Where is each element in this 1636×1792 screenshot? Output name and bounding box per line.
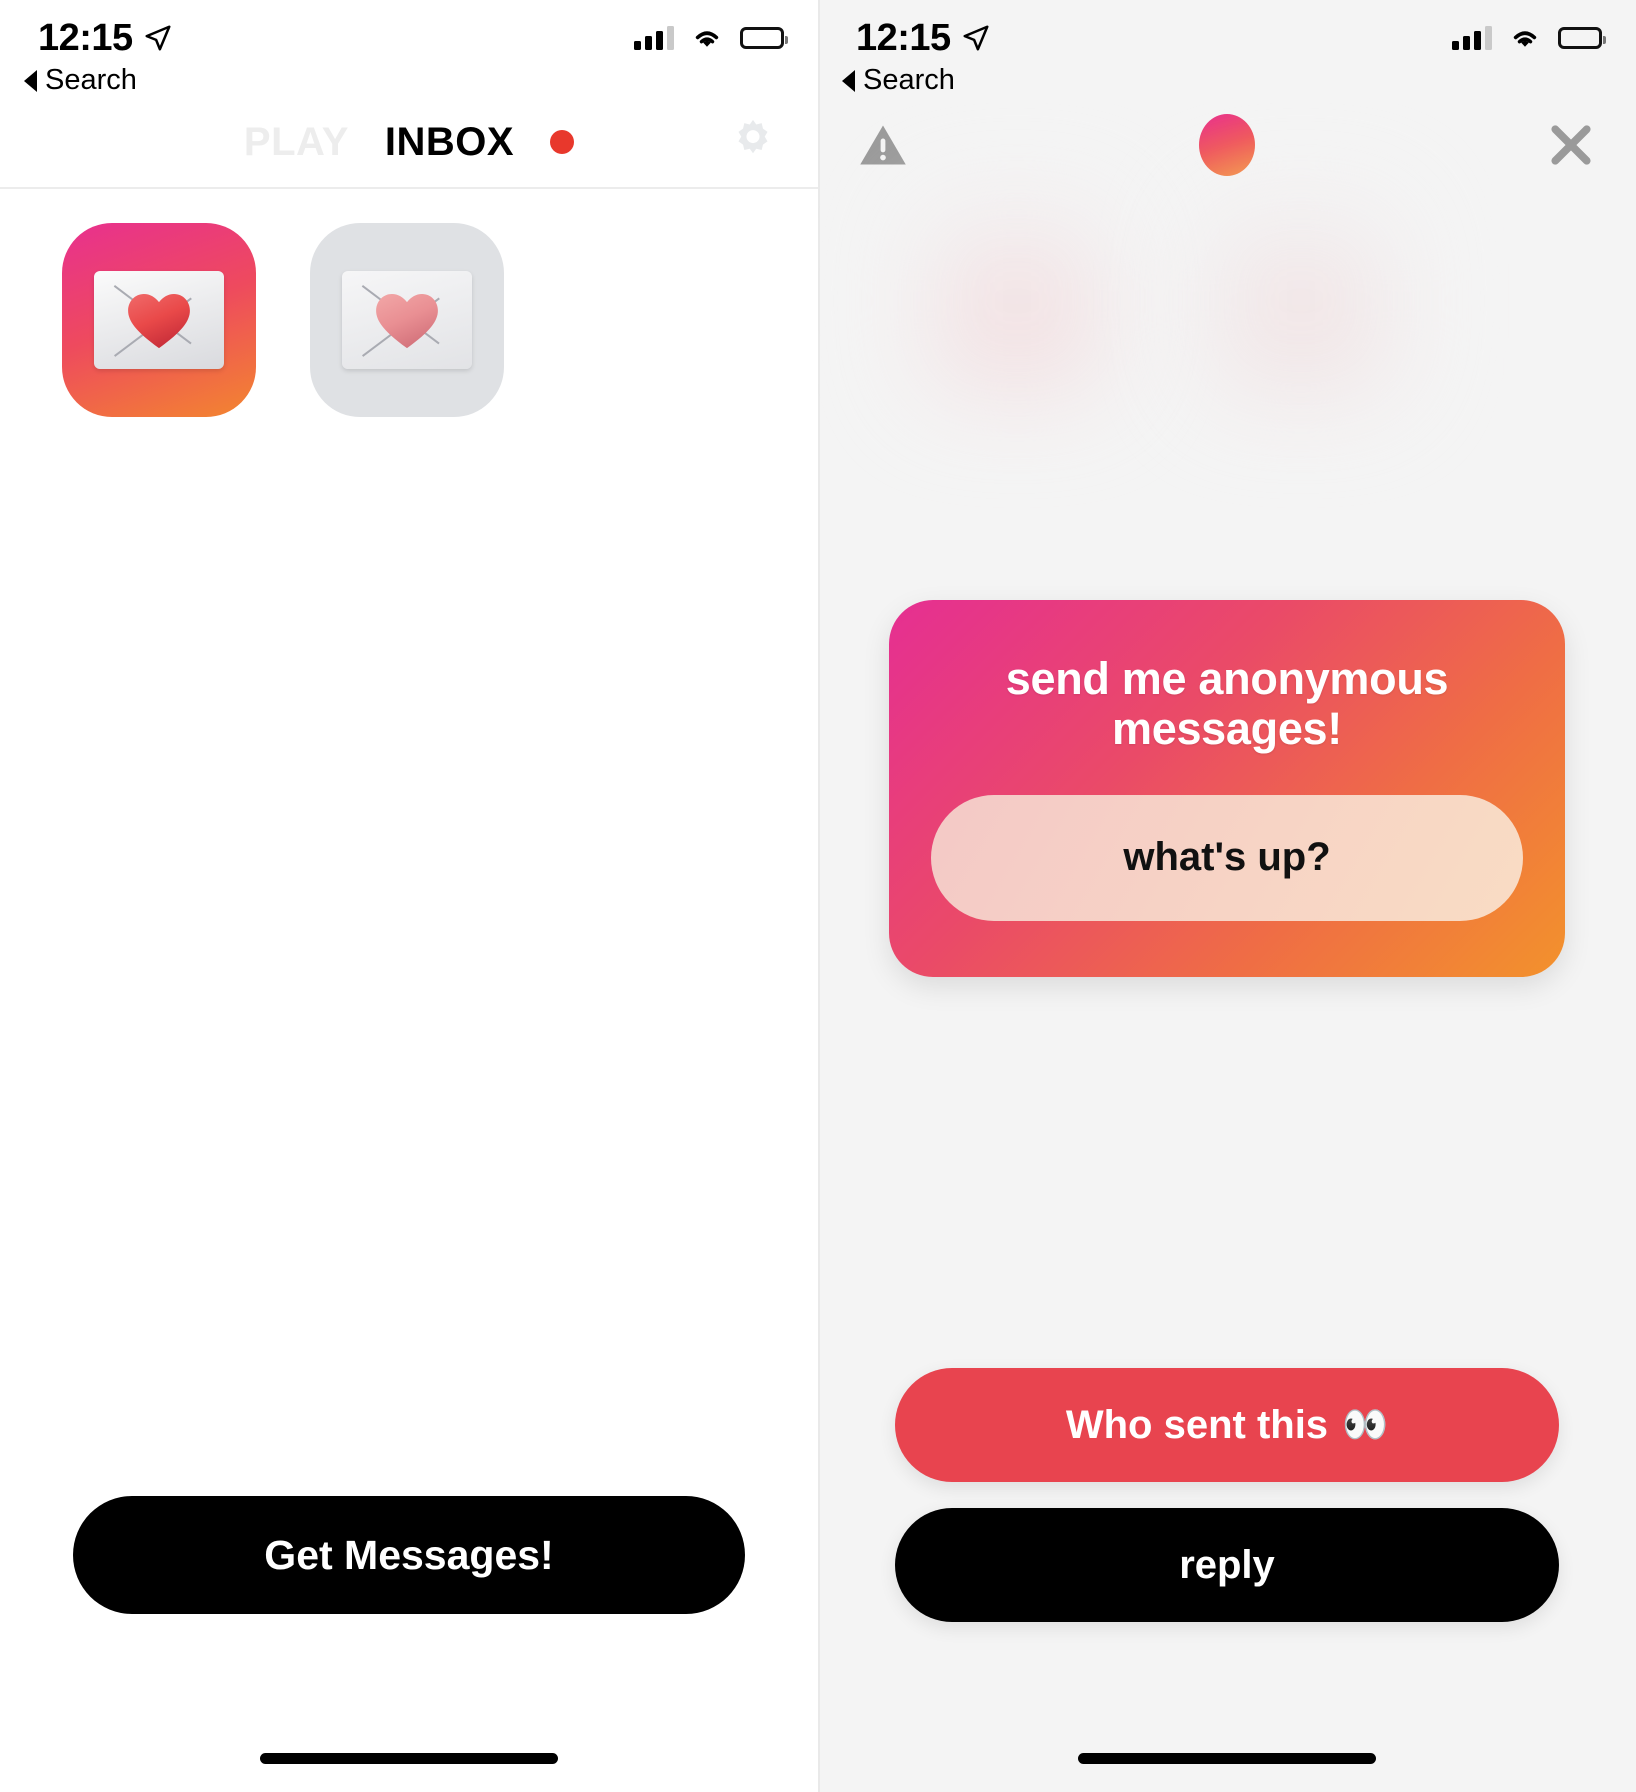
blurred-tile (1186, 186, 1416, 416)
envelope-heart-tile-new[interactable] (62, 223, 256, 417)
tab-play[interactable]: PLAY (244, 120, 349, 165)
wifi-icon (695, 31, 719, 47)
action-buttons: Who sent this 👀 reply (818, 1368, 1636, 1622)
tab-inbox[interactable]: INBOX (385, 120, 514, 165)
heart-shape (128, 293, 190, 349)
message-card: send me anonymous messages! what's up? (889, 600, 1565, 977)
status-bar-left-group: 12:15 (38, 17, 173, 60)
message-card-container: send me anonymous messages! what's up? (818, 600, 1636, 977)
battery-icon (1558, 27, 1606, 49)
status-bar-right-group (634, 25, 788, 51)
heart-shape (376, 293, 438, 349)
reply-button[interactable]: reply (895, 1508, 1559, 1622)
location-arrow-icon (963, 25, 989, 51)
back-triangle-icon (842, 69, 855, 92)
message-text: what's up? (931, 794, 1523, 921)
location-arrow-icon (145, 25, 171, 51)
close-button[interactable] (1540, 114, 1602, 176)
cellular-signal-icon (634, 26, 674, 50)
settings-gear-button[interactable] (724, 113, 782, 171)
message-detail-screen: 12:15 Search send me anonymous messages!… (818, 0, 1636, 1792)
status-bar-left-group: 12:15 (856, 17, 991, 60)
back-to-search-link[interactable]: Search (0, 62, 818, 97)
cta-container: Get Messages! (0, 1496, 818, 1614)
status-bar-right: 12:15 (818, 0, 1636, 62)
envelope-heart-tile-read[interactable] (310, 223, 504, 417)
gear-icon (738, 119, 768, 154)
home-indicator (260, 1753, 558, 1764)
back-triangle-icon (24, 69, 37, 92)
blurred-background-tiles (818, 176, 1636, 456)
message-tile-grid (0, 189, 818, 417)
wifi-icon (1513, 31, 1537, 47)
tab-header: PLAY INBOX (0, 97, 818, 189)
warning-triangle-icon (860, 125, 906, 165)
message-prompt: send me anonymous messages! (1005, 653, 1449, 755)
back-link-label: Search (863, 64, 955, 96)
status-bar-right-group (1452, 25, 1606, 51)
inbox-screen: 12:15 Search PLAY INBOX Get Messages! (0, 0, 818, 1792)
who-sent-this-button[interactable]: Who sent this 👀 (895, 1368, 1559, 1482)
status-time: 12:15 (856, 16, 951, 59)
battery-icon (740, 27, 788, 49)
back-link-label: Search (45, 64, 137, 96)
unread-dot-badge (550, 130, 575, 154)
avatar[interactable] (1199, 114, 1255, 176)
envelope-heart-icon (94, 271, 224, 369)
who-sent-this-label: Who sent this (1065, 1402, 1329, 1447)
blurred-tile (902, 186, 1132, 416)
tab-list: PLAY INBOX (244, 120, 575, 165)
get-messages-button[interactable]: Get Messages! (73, 1496, 745, 1614)
envelope-heart-icon (342, 271, 472, 369)
close-x-icon (1551, 125, 1591, 165)
back-to-search-link[interactable]: Search (818, 62, 1636, 97)
status-time: 12:15 (38, 16, 133, 59)
eyes-icon: 👀 (1342, 1403, 1389, 1445)
report-button[interactable] (852, 114, 914, 176)
home-indicator (1078, 1753, 1376, 1764)
status-bar-left: 12:15 (0, 0, 818, 62)
cellular-signal-icon (1452, 26, 1492, 50)
